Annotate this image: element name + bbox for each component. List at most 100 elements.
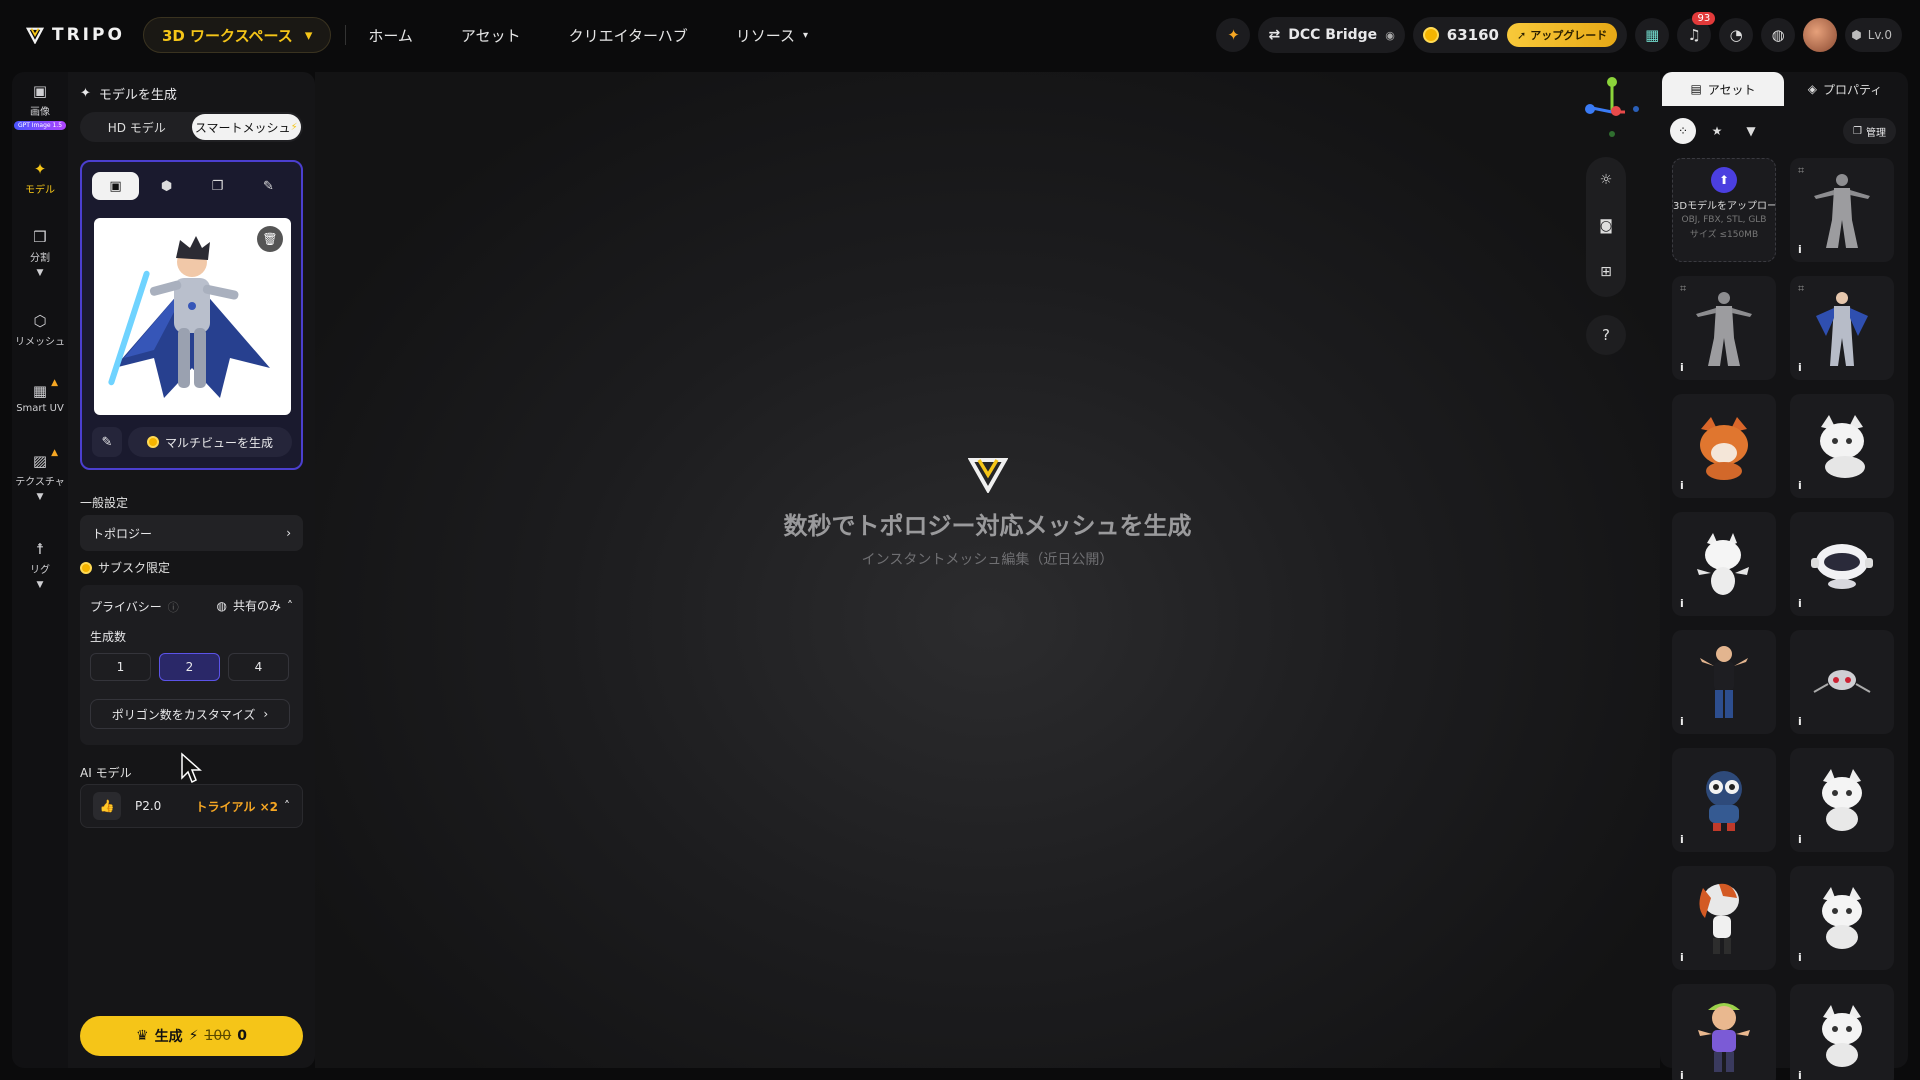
asset-tile[interactable]: i xyxy=(1790,512,1894,616)
mode-smart-mesh-button[interactable]: スマートメッシュ ⚡ xyxy=(191,114,301,140)
asset-tile[interactable]: i xyxy=(1790,866,1894,970)
rail-item-texture[interactable]: ▲ ▨ テクスチャ ▼ xyxy=(12,448,68,502)
edit-image-button[interactable]: ✎ xyxy=(92,427,122,457)
dcc-bridge-label: DCC Bridge xyxy=(1288,27,1378,43)
upload-model-tile[interactable]: ⬆ 3Dモデルをアップロード OBJ, FBX, STL, GLB サイズ ≤1… xyxy=(1672,158,1776,262)
rail-item-model[interactable]: ✦ モデル xyxy=(12,160,68,196)
mode-hd-button[interactable]: HD モデル xyxy=(82,114,192,140)
manage-button[interactable]: ❐ 管理 xyxy=(1843,118,1896,144)
info-icon[interactable]: i xyxy=(1798,715,1802,728)
info-icon[interactable]: i xyxy=(1798,361,1802,374)
asset-tile[interactable]: i xyxy=(1790,984,1894,1080)
rail-item-smart-uv[interactable]: ▲ ▦ Smart UV xyxy=(12,378,68,414)
help-button[interactable]: ? xyxy=(1586,315,1626,355)
rail-item-label: 画像 xyxy=(30,107,50,118)
asset-tile[interactable]: ⌗ i xyxy=(1790,276,1894,380)
credits-pill[interactable]: 63160 ➚ アップグレード xyxy=(1412,17,1628,53)
dcc-bridge-button[interactable]: ⇄ DCC Bridge ◉ xyxy=(1258,17,1405,53)
topology-label: トポロジー xyxy=(92,526,153,541)
upgrade-button[interactable]: ➚ アップグレード xyxy=(1506,23,1618,47)
asset-thumbnail xyxy=(1696,292,1752,366)
tab-assets[interactable]: ▤ アセット xyxy=(1662,72,1784,106)
multi-image-tab-icon[interactable]: ❐ xyxy=(194,172,241,200)
asset-tile[interactable]: i xyxy=(1672,512,1776,616)
viewport[interactable]: 数秒でトポロジー対応メッシュを生成 インスタントメッシュ編集（近日公開） ☼ ◙… xyxy=(315,72,1660,1068)
info-icon[interactable]: i xyxy=(1798,1069,1802,1080)
nav-creator-hub[interactable]: クリエイターハブ xyxy=(569,25,688,46)
filter-icon[interactable]: ▼ xyxy=(1738,118,1764,144)
asset-tile[interactable]: i xyxy=(1790,630,1894,734)
nav-assets[interactable]: アセット xyxy=(461,25,521,46)
nav-home-label: ホーム xyxy=(368,26,413,45)
asset-tile[interactable]: i xyxy=(1790,394,1894,498)
count-option-4[interactable]: 4 xyxy=(228,653,289,681)
tab-properties[interactable]: ◈ プロパティ xyxy=(1784,72,1906,106)
globe-icon[interactable]: ◍ xyxy=(1761,18,1796,52)
notification-badge: 93 xyxy=(1692,12,1716,25)
grid-view-icon[interactable]: ⁘ xyxy=(1670,118,1696,144)
info-icon[interactable]: i xyxy=(1798,479,1802,492)
copy-icon: ❐ xyxy=(1853,125,1862,137)
asset-tile[interactable]: i xyxy=(1672,394,1776,498)
privacy-dropdown[interactable]: ◍ 共有のみ ˄ xyxy=(217,597,294,614)
card-actions: ✎ マルチビューを生成 xyxy=(92,427,292,457)
asset-tile[interactable]: i xyxy=(1672,748,1776,852)
rail-item-image[interactable]: ▣ 画像 GPT Image 1.5 xyxy=(12,82,68,130)
rocket-icon[interactable]: ✦ xyxy=(1216,18,1251,52)
star-icon[interactable]: ★ xyxy=(1704,118,1730,144)
info-icon[interactable]: i xyxy=(1680,361,1684,374)
topology-row[interactable]: トポロジー › xyxy=(80,515,303,551)
info-icon[interactable]: i xyxy=(1680,597,1684,610)
single-image-tab-icon[interactable]: ▣ xyxy=(92,172,139,200)
info-icon[interactable]: i xyxy=(1798,597,1802,610)
settings-sliders-icon[interactable]: ⊞ xyxy=(1586,249,1626,295)
chat-icon[interactable]: ◔ xyxy=(1719,18,1754,52)
info-icon[interactable]: i xyxy=(1798,833,1802,846)
image-preview[interactable]: 🗑 xyxy=(94,218,291,415)
axis-gizmo-icon[interactable] xyxy=(1577,72,1647,152)
right-tabs: ▤ アセット ◈ プロパティ xyxy=(1662,72,1906,106)
rail-item-remesh[interactable]: ⬡ リメッシュ xyxy=(12,312,68,348)
info-icon[interactable]: i xyxy=(1798,243,1802,256)
info-icon[interactable]: i xyxy=(1798,951,1802,964)
asset-tile[interactable]: i xyxy=(1672,984,1776,1080)
info-icon[interactable]: i xyxy=(1680,479,1684,492)
info-icon[interactable]: i xyxy=(1680,951,1684,964)
generate-multiview-button[interactable]: マルチビューを生成 xyxy=(128,427,292,457)
nav-assets-label: アセット xyxy=(460,26,521,45)
count-option-2[interactable]: 2 xyxy=(159,653,220,681)
count-option-1[interactable]: 1 xyxy=(90,653,151,681)
nav-resources[interactable]: リソース ▾ xyxy=(736,25,808,46)
rail-item-segment[interactable]: ❒ 分割 ▼ xyxy=(12,228,68,278)
customize-polygon-button[interactable]: ポリゴン数をカスタマイズ › xyxy=(90,699,290,729)
ai-model-selector[interactable]: 👍 P2.0 トライアル ×2 ˄ xyxy=(80,784,303,828)
asset-tile[interactable]: i xyxy=(1672,630,1776,734)
figure-icon: ☨ xyxy=(35,540,45,558)
info-icon[interactable]: i xyxy=(1680,1069,1684,1080)
trash-icon[interactable]: 🗑 xyxy=(257,226,283,252)
avatar[interactable] xyxy=(1803,18,1838,52)
asset-thumbnail xyxy=(1822,1005,1862,1067)
level-badge[interactable]: ⬢ Lv.0 xyxy=(1845,18,1902,52)
rail-item-rig[interactable]: ☨ リグ ▼ xyxy=(12,540,68,590)
help-circle-icon[interactable]: ⓘ xyxy=(168,599,179,615)
bell-icon[interactable]: ♫ 93 xyxy=(1677,12,1716,52)
pencil-tab-icon[interactable]: ✎ xyxy=(245,172,292,200)
cube-tab-icon[interactable]: ⬢ xyxy=(143,172,190,200)
light-icon[interactable]: ☼ xyxy=(1586,157,1626,203)
tripo-logo[interactable]: TRIPO xyxy=(26,25,125,45)
gift-icon[interactable]: ▦ xyxy=(1635,18,1670,52)
nav-home[interactable]: ホーム xyxy=(368,25,413,46)
info-icon[interactable]: i xyxy=(1680,833,1684,846)
workspace-dropdown[interactable]: 3D ワークスペース ▾ xyxy=(142,17,332,53)
camera-icon[interactable]: ◙ xyxy=(1586,203,1626,249)
info-icon[interactable]: i xyxy=(1680,715,1684,728)
asset-tile[interactable]: i xyxy=(1672,866,1776,970)
asset-tile[interactable]: ⌗ i xyxy=(1790,158,1894,262)
asset-tile[interactable]: ⌗ i xyxy=(1672,276,1776,380)
generate-button[interactable]: ♛ 生成 ⚡ 100 0 xyxy=(80,1016,303,1056)
pencil-icon: ✎ xyxy=(101,434,113,450)
empty-state: 数秒でトポロジー対応メッシュを生成 インスタントメッシュ編集（近日公開） xyxy=(315,457,1660,569)
chevron-down-icon: ▼ xyxy=(36,580,44,590)
asset-tile[interactable]: i xyxy=(1790,748,1894,852)
